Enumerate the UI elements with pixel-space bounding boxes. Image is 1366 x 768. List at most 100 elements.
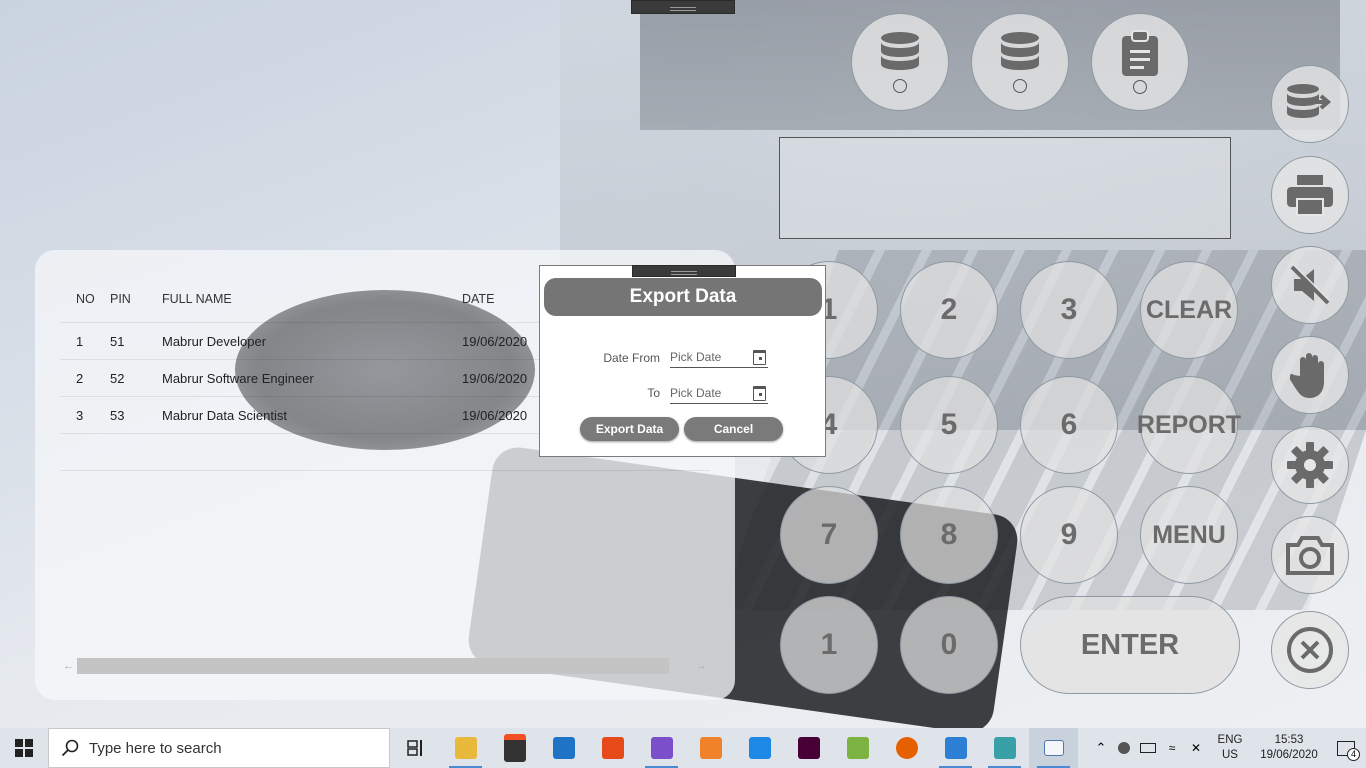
battery-icon[interactable]: [1136, 728, 1160, 768]
cell-pin: 53: [110, 407, 125, 423]
print-button[interactable]: [1271, 156, 1349, 234]
notification-center-icon[interactable]: 4: [1326, 728, 1366, 768]
header-full-name[interactable]: FULL NAME: [162, 292, 462, 306]
key-2-button[interactable]: 2: [900, 261, 998, 359]
cell-no: 3: [76, 407, 84, 423]
cell-full-name: Mabrur Data Scientist: [162, 407, 287, 423]
menu-button[interactable]: MENU: [1140, 486, 1238, 584]
database-icon: [1001, 32, 1039, 70]
wifi-icon[interactable]: ≈: [1160, 728, 1184, 768]
calendar-icon[interactable]: [753, 349, 766, 365]
books-app-icon[interactable]: [980, 728, 1029, 768]
photos-icon[interactable]: [931, 728, 980, 768]
dialog-drag-handle[interactable]: [632, 265, 736, 277]
exit-button[interactable]: [1271, 611, 1349, 689]
network-warning-icon[interactable]: [1112, 728, 1136, 768]
search-placeholder: Type here to search: [89, 739, 222, 757]
horizontal-scrollbar[interactable]: ← →: [60, 658, 710, 674]
taskbar: Type here to search ⌃ ≈ ✕ ENG US 15:53 1…: [0, 728, 1366, 768]
stop-button[interactable]: [1271, 336, 1349, 414]
cell-full-name: Mabrur Developer: [162, 333, 267, 349]
date-to-placeholder: Pick Date: [670, 386, 722, 400]
clock[interactable]: 15:53 19/06/2020: [1252, 733, 1326, 763]
scroll-right-icon[interactable]: →: [693, 660, 710, 672]
scroll-left-icon[interactable]: ←: [60, 660, 77, 672]
mail-icon[interactable]: [539, 728, 588, 768]
database-1-button[interactable]: [851, 13, 949, 111]
cell-pin: 51: [110, 333, 125, 349]
search-icon: [61, 739, 79, 757]
xampp-icon[interactable]: [686, 728, 735, 768]
office-icon[interactable]: [588, 728, 637, 768]
file-explorer-icon[interactable]: [441, 728, 490, 768]
export-database-button[interactable]: [1271, 65, 1349, 143]
scrollbar-thumb[interactable]: [77, 658, 669, 674]
window-drag-handle[interactable]: [631, 0, 735, 14]
report-button[interactable]: REPORT: [1137, 376, 1241, 474]
taskbar-search[interactable]: Type here to search: [48, 728, 390, 768]
key-7-button[interactable]: 7: [780, 486, 878, 584]
key-6-button[interactable]: 6: [1020, 376, 1118, 474]
radio-indicator[interactable]: [893, 79, 907, 93]
chevron-up-icon[interactable]: ⌃: [1090, 728, 1112, 768]
region-code: US: [1222, 749, 1238, 761]
to-label: To: [647, 386, 660, 400]
clear-button[interactable]: CLEAR: [1140, 261, 1238, 359]
enter-button[interactable]: ENTER: [1020, 596, 1240, 694]
camera-button[interactable]: [1271, 516, 1349, 594]
notification-count: 4: [1347, 748, 1360, 761]
adobe-xd-icon[interactable]: [784, 728, 833, 768]
database-2-button[interactable]: [971, 13, 1069, 111]
cancel-button[interactable]: Cancel: [684, 417, 783, 441]
cell-no: 2: [76, 370, 84, 386]
volume-muted-icon[interactable]: ✕: [1184, 728, 1208, 768]
radio-indicator[interactable]: [1133, 80, 1147, 94]
radio-indicator[interactable]: [1013, 79, 1027, 93]
current-app-icon[interactable]: [1029, 728, 1078, 768]
key-0-button[interactable]: 0: [900, 596, 998, 694]
calendar-icon[interactable]: [753, 385, 766, 401]
cell-no: 1: [76, 333, 84, 349]
vscode-icon[interactable]: [735, 728, 784, 768]
visual-studio-icon[interactable]: [637, 728, 686, 768]
settings-button[interactable]: [1271, 426, 1349, 504]
clipboard-button[interactable]: [1091, 13, 1189, 111]
database-export-icon: [1287, 84, 1332, 118]
language-indicator[interactable]: ENG US: [1208, 733, 1252, 763]
export-data-dialog: Export Data Date From Pick Date To Pick …: [539, 265, 826, 457]
firefox-icon[interactable]: [882, 728, 931, 768]
system-tray: ⌃ ≈ ✕ ENG US 15:53 19/06/2020 4: [1090, 728, 1366, 768]
key-8-button[interactable]: 8: [900, 486, 998, 584]
header-pin[interactable]: PIN: [110, 292, 162, 306]
key-5-button[interactable]: 5: [900, 376, 998, 474]
clipboard-icon: [1122, 30, 1158, 76]
date-from-placeholder: Pick Date: [670, 350, 722, 364]
date-to-picker[interactable]: Pick Date: [670, 383, 768, 404]
cell-pin: 52: [110, 370, 125, 386]
language-code: ENG: [1217, 734, 1243, 746]
mute-icon: [1290, 264, 1331, 305]
database-icon: [881, 32, 919, 70]
snipping-tool-icon[interactable]: [833, 728, 882, 768]
key-1-bottom-button[interactable]: 1: [780, 596, 878, 694]
store-icon[interactable]: [490, 728, 539, 768]
windows-icon: [15, 739, 33, 757]
close-circle-icon: [1287, 627, 1333, 673]
clock-time: 15:53: [1274, 734, 1304, 746]
pin-display: [779, 137, 1231, 239]
task-view-icon[interactable]: [392, 728, 441, 768]
dialog-title: Export Data: [544, 278, 822, 316]
camera-icon: [1286, 536, 1334, 575]
table-divider: [60, 470, 710, 471]
date-from-picker[interactable]: Pick Date: [670, 347, 768, 368]
header-no[interactable]: NO: [60, 292, 110, 306]
start-button[interactable]: [0, 728, 48, 768]
printer-icon: [1287, 175, 1333, 216]
export-data-button[interactable]: Export Data: [580, 417, 679, 441]
hand-icon: [1290, 353, 1324, 398]
key-3-button[interactable]: 3: [1020, 261, 1118, 359]
key-9-button[interactable]: 9: [1020, 486, 1118, 584]
date-from-label: Date From: [603, 351, 660, 365]
mute-button[interactable]: [1271, 246, 1349, 324]
clock-date: 19/06/2020: [1260, 749, 1318, 761]
